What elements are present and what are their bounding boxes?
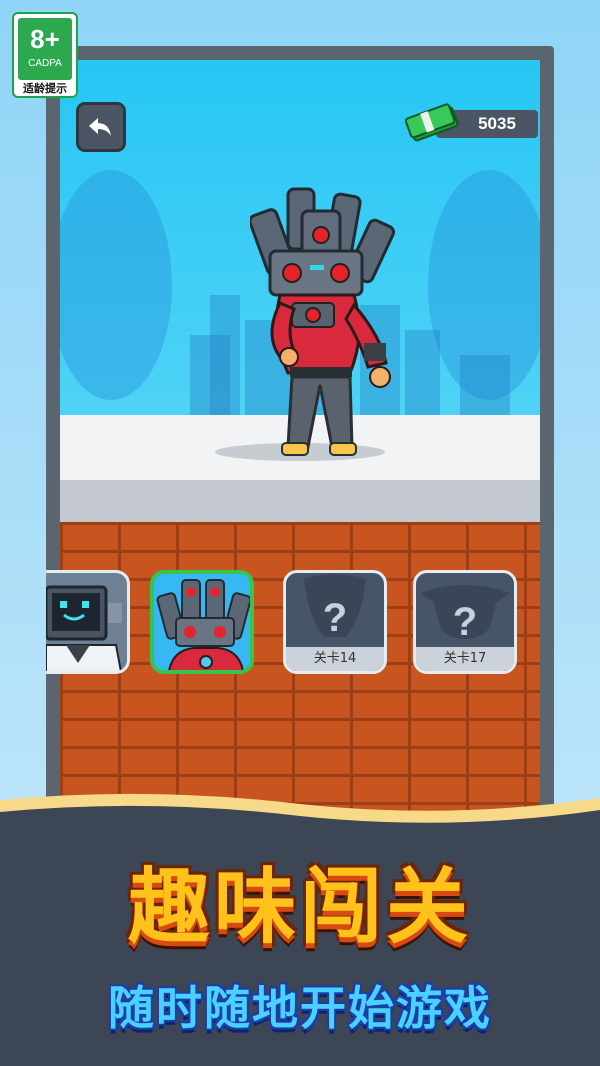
age-rating-badge: 8+ CADPA 适龄提示 [12, 12, 78, 98]
speaker-man-card[interactable] [150, 570, 254, 674]
game-scene [60, 60, 540, 840]
stage-ledge [60, 480, 540, 522]
svg-text:?: ? [453, 600, 477, 644]
speaker-man-icon [156, 579, 250, 670]
locked-card-label: 关卡14 [286, 647, 384, 671]
locked-card-level-14[interactable]: ? 关卡14 [283, 570, 387, 674]
age-rating-number: 8+ [30, 24, 60, 54]
back-arrow-icon [89, 118, 111, 136]
currency-display: 5035 [404, 103, 538, 142]
question-mark-icon: ? [304, 574, 366, 640]
svg-text:?: ? [323, 596, 347, 640]
question-mark-icon: ? [420, 585, 510, 644]
tv-man-icon [46, 585, 122, 671]
banner-subtitle: 随时随地开始游戏 [108, 981, 492, 1035]
cash-stack-icon [404, 103, 459, 142]
currency-value: 5035 [478, 114, 516, 133]
locked-card-level-17[interactable]: ? 关卡17 [413, 570, 517, 674]
tv-man-card[interactable] [46, 570, 130, 674]
speaker-man-character [250, 187, 395, 456]
banner-title: 趣味闯关 [127, 860, 472, 955]
age-rating-org: CADPA [28, 58, 62, 69]
back-button[interactable] [76, 102, 126, 152]
age-rating-tip: 适龄提示 [23, 82, 67, 95]
locked-card-label: 关卡17 [416, 647, 514, 671]
